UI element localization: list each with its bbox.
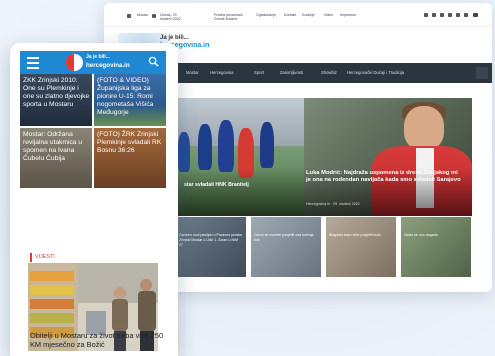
thumbnail-card[interactable]: Otvoren novi paviljon u Poslovni prostor… — [176, 217, 246, 277]
news-tile[interactable]: (FOTO) ŽRK Zrinjski Plemkinje svladali R… — [94, 128, 166, 188]
calendar-icon — [152, 14, 156, 18]
hero-title[interactable]: Luka Modrić: Najdraža uspomena iz dresa … — [306, 170, 462, 184]
logo-tagline: Ja je bili... — [86, 54, 110, 60]
hero-left-caption[interactable]: star svladali HNK Branitelj — [184, 182, 249, 188]
nav-item-tradicija[interactable]: Hercegovački Dućaji i Tradicija — [347, 70, 404, 75]
search-icon[interactable] — [148, 56, 159, 67]
hamburger-menu-icon[interactable] — [27, 57, 39, 69]
logo-h-icon[interactable] — [66, 54, 83, 71]
news-tile-caption: ZKK Zrinjski 2010: One su Plemkinje i on… — [23, 77, 90, 108]
news-tile[interactable]: Mostar: Održana revijalna utakmica u spo… — [20, 128, 92, 188]
player-figure — [218, 120, 234, 172]
news-tile[interactable]: (FOTO & VIDEO) Županijska liga za pionir… — [94, 74, 166, 126]
player-figure — [260, 122, 274, 168]
section-accent-bar — [30, 253, 32, 262]
top-bar-item[interactable]: Kontakt — [284, 13, 296, 17]
top-bar-item[interactable]: Oglašavanje — [256, 13, 276, 17]
top-bar-item[interactable]: Impresum — [340, 13, 356, 17]
thumbnail-caption: Otvoren novi paviljon u Poslovni prostor… — [179, 233, 243, 247]
logo-wordmark[interactable]: hercegovina.in — [86, 62, 130, 69]
section-header-vijesti: VIJESTI — [30, 253, 156, 263]
mobile-header: Ja je bili... hercegovina.in — [20, 51, 166, 74]
top-bar-item: Utorak, 29 studeni 2022 — [160, 13, 181, 21]
desktop-top-bar: Mostar Utorak, 29 studeni 2022 Pravila p… — [104, 3, 492, 27]
thumbnail-card[interactable]: Zašto se ovo događa — [401, 217, 471, 277]
thumbnail-card[interactable]: Blagdani kako ćete posjetiti kuću — [326, 217, 396, 277]
section-label[interactable]: VIJESTI — [35, 254, 55, 260]
location-icon — [127, 14, 131, 18]
news-tile[interactable]: ZKK Zrinjski 2010: One su Plemkinje i on… — [20, 74, 92, 126]
desktop-thumbnails: Otvoren novi paviljon u Poslovni prostor… — [176, 217, 472, 277]
news-tile-caption: (FOTO) ŽRK Zrinjski Plemkinje svladali R… — [97, 131, 162, 154]
thumbnail-card[interactable]: Otvori se možete posjetiti ova kuhinja i… — [251, 217, 321, 277]
menu-icon[interactable] — [473, 13, 478, 17]
top-bar-item[interactable]: Kolačije — [302, 13, 315, 17]
instagram-icon[interactable] — [440, 13, 444, 17]
nav-item-showbiz[interactable]: Showbiz — [321, 70, 337, 75]
rss-icon[interactable] — [464, 13, 468, 17]
nav-item-hercegovina[interactable]: Hercegovina — [210, 70, 234, 75]
thumbnail-caption: Zašto se ovo događa — [404, 233, 438, 237]
hero-meta: Hercegovina.in · 29. studeni 2022 — [306, 202, 360, 206]
top-bar-item[interactable]: Mostar — [137, 13, 148, 17]
hero-slider[interactable]: star svladali HNK Branitelj Luka Modrić:… — [176, 98, 472, 216]
news-tile-caption: (FOTO & VIDEO) Županijska liga za pionir… — [97, 77, 154, 116]
mobile-news-grid: ZKK Zrinjski 2010: One su Plemkinje i on… — [20, 74, 166, 238]
nav-item-zanimljivosti[interactable]: Zanimljivosti — [280, 70, 303, 75]
thumbnail-caption: Blagdani kako ćete posjetiti kuću — [329, 233, 382, 237]
youtube-icon[interactable] — [456, 13, 460, 17]
facebook-icon[interactable] — [424, 13, 428, 17]
player-figure — [178, 132, 190, 172]
news-tile-caption: Mostar: Održana revijalna utakmica u spo… — [23, 131, 83, 162]
logo-tagline: Ja je bili... — [160, 35, 189, 41]
thumbnail-caption: Otvori se možete posjetiti ova kuhinja i… — [254, 233, 314, 242]
search-icon[interactable] — [476, 67, 488, 79]
nav-item-sport[interactable]: Sport — [254, 70, 264, 75]
mobile-site-preview: Ja je bili... hercegovina.in ZKK Zrinjsk… — [10, 43, 178, 356]
player-figure — [198, 124, 212, 170]
linkedin-icon[interactable] — [448, 13, 452, 17]
nav-item-mostar[interactable]: Mostar — [186, 70, 199, 75]
twitter-icon[interactable] — [432, 13, 436, 17]
player-face — [404, 106, 444, 150]
top-bar-item[interactable]: Pravila privatnosti Zvrčak Kolačić — [214, 13, 254, 21]
top-bar-item[interactable]: Video — [324, 13, 333, 17]
article-title[interactable]: Obitelji u Mostaru za život treba više 2… — [30, 331, 170, 349]
